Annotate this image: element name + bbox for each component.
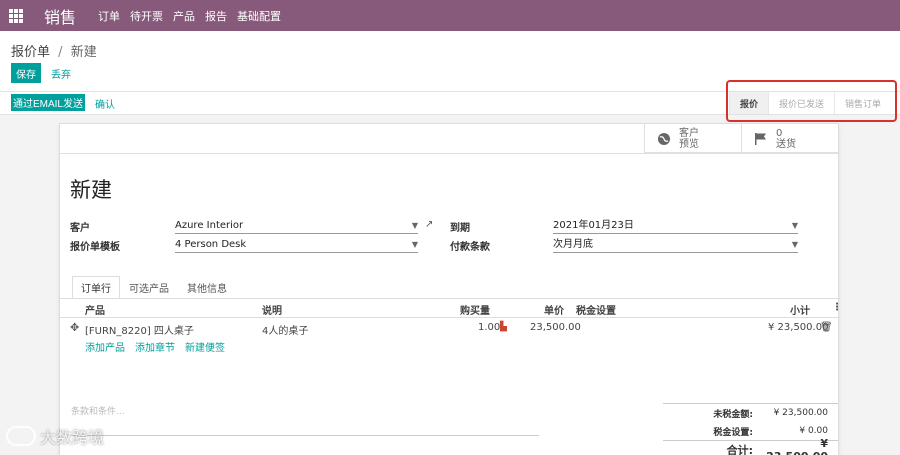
watermark-logo-icon: [6, 426, 36, 446]
untaxed-value: ¥ 23,500.00: [773, 408, 828, 418]
template-field[interactable]: 4 Person Desk ▼: [175, 238, 418, 253]
chevron-down-icon: ▼: [791, 240, 798, 249]
tab-optional-products[interactable]: 可选产品: [120, 276, 178, 298]
tax-value: ¥ 0.00: [799, 426, 828, 436]
expiry-label: 到期: [450, 223, 470, 234]
expiry-field[interactable]: 2021年01月23日 ▼: [553, 219, 798, 234]
record-title: 新建: [70, 178, 112, 202]
apps-menu-icon[interactable]: [9, 8, 25, 23]
top-navbar: 销售 订单 待开票 产品 报告 基础配置: [0, 0, 900, 31]
drag-handle-icon[interactable]: ✥: [70, 321, 79, 334]
customer-preview-button[interactable]: 客户 预览: [644, 124, 741, 153]
breadcrumb-current: 新建: [70, 45, 97, 60]
sheet-divider: [60, 153, 840, 154]
add-product-link[interactable]: 添加产品: [85, 339, 125, 354]
forecast-chart-icon[interactable]: ▙: [500, 322, 507, 332]
untaxed-label: 未税金额:: [713, 409, 753, 420]
send-by-email-button[interactable]: 通过EMAIL发送: [11, 94, 85, 111]
add-line-links: 添加产品 添加章节 新建便签: [85, 339, 225, 354]
add-note-link[interactable]: 新建便签: [185, 339, 225, 354]
external-link-icon[interactable]: ↗: [425, 219, 433, 230]
chevron-down-icon: ▼: [791, 221, 798, 230]
delivery-button[interactable]: 0 送货: [741, 124, 838, 153]
total-label: 合计:: [726, 443, 753, 455]
discard-button[interactable]: 丢弃: [51, 66, 71, 81]
col-unit-price[interactable]: 单价: [544, 302, 564, 317]
col-taxes[interactable]: 税金设置: [576, 302, 616, 317]
row-description[interactable]: 4人的桌子: [262, 322, 308, 337]
template-value: 4 Person Desk: [175, 239, 247, 250]
row-quantity[interactable]: 1.00: [478, 322, 500, 333]
delivery-count: 0: [776, 127, 783, 139]
annotation-highlight-box: [726, 80, 897, 122]
payment-terms-value: 次月月底: [553, 239, 593, 250]
delivery-label: 送货: [776, 138, 796, 150]
payment-terms-field[interactable]: 次月月底 ▼: [553, 238, 798, 253]
row-product[interactable]: [FURN_8220] 四人桌子: [85, 322, 194, 337]
customer-preview-line1: 客户: [679, 127, 699, 139]
breadcrumb-root[interactable]: 报价单: [11, 45, 50, 60]
tab-order-lines[interactable]: 订单行: [72, 276, 120, 298]
col-subtotal[interactable]: 小计: [790, 302, 810, 317]
tax-label: 税金设置:: [713, 427, 753, 438]
expiry-value: 2021年01月23日: [553, 220, 634, 231]
col-quantity[interactable]: 购买量: [460, 302, 490, 317]
customer-value: Azure Interior: [175, 220, 244, 231]
save-button[interactable]: 保存: [11, 63, 41, 83]
row-unit-price[interactable]: 23,500.00: [530, 322, 581, 333]
flag-icon: [754, 132, 768, 146]
col-description[interactable]: 说明: [262, 302, 282, 317]
customer-field[interactable]: Azure Interior ▼: [175, 219, 418, 234]
template-label: 报价单模板: [70, 242, 120, 253]
watermark: 大数跨境: [6, 424, 104, 448]
menu-orders[interactable]: 订单: [98, 8, 120, 24]
breadcrumb-separator: /: [58, 45, 63, 60]
col-product[interactable]: 产品: [85, 302, 105, 317]
smart-buttons: 客户 预览 0 送货: [644, 124, 838, 153]
trash-icon[interactable]: 🗑: [820, 322, 833, 333]
payment-terms-label: 付款条款: [450, 242, 490, 253]
notebook-tabs: 订单行 可选产品 其他信息: [72, 276, 236, 298]
totals-panel: 未税金额: ¥ 23,500.00 税金设置: ¥ 0.00 合计: ¥ 23,…: [663, 403, 838, 455]
tabs-divider: [60, 298, 840, 299]
globe-icon: [657, 132, 671, 146]
tab-other-info[interactable]: 其他信息: [178, 276, 236, 298]
add-section-link[interactable]: 添加章节: [135, 339, 175, 354]
customer-preview-line2: 预览: [679, 138, 699, 150]
total-value: ¥ 23,500.00: [766, 436, 828, 455]
watermark-text: 大数跨境: [40, 428, 105, 447]
menu-configuration[interactable]: 基础配置: [237, 8, 281, 24]
chevron-down-icon: ▼: [411, 240, 418, 249]
terms-conditions-field[interactable]: 条款和条件...: [71, 404, 539, 436]
order-lines-header: 产品 说明 购买量 单价 税金设置 小计 ⋮: [60, 300, 842, 318]
table-row[interactable]: ✥ [FURN_8220] 四人桌子 4人的桌子 1.00 ▙ 23,500.0…: [60, 319, 840, 337]
confirm-button[interactable]: 确认: [95, 96, 115, 111]
menu-products[interactable]: 产品: [173, 8, 195, 24]
chevron-down-icon: ▼: [411, 221, 418, 230]
customer-label: 客户: [70, 223, 90, 234]
column-options-icon[interactable]: ⋮: [832, 302, 842, 313]
menu-reporting[interactable]: 报告: [205, 8, 227, 24]
app-name: 销售: [44, 7, 77, 27]
breadcrumb: 报价单 / 新建: [11, 41, 97, 60]
menu-to-invoice[interactable]: 待开票: [130, 8, 163, 24]
form-sheet: 客户 预览 0 送货 新建 客户 Azure Interior ▼ ↗ 报价单模板 …: [59, 123, 842, 455]
